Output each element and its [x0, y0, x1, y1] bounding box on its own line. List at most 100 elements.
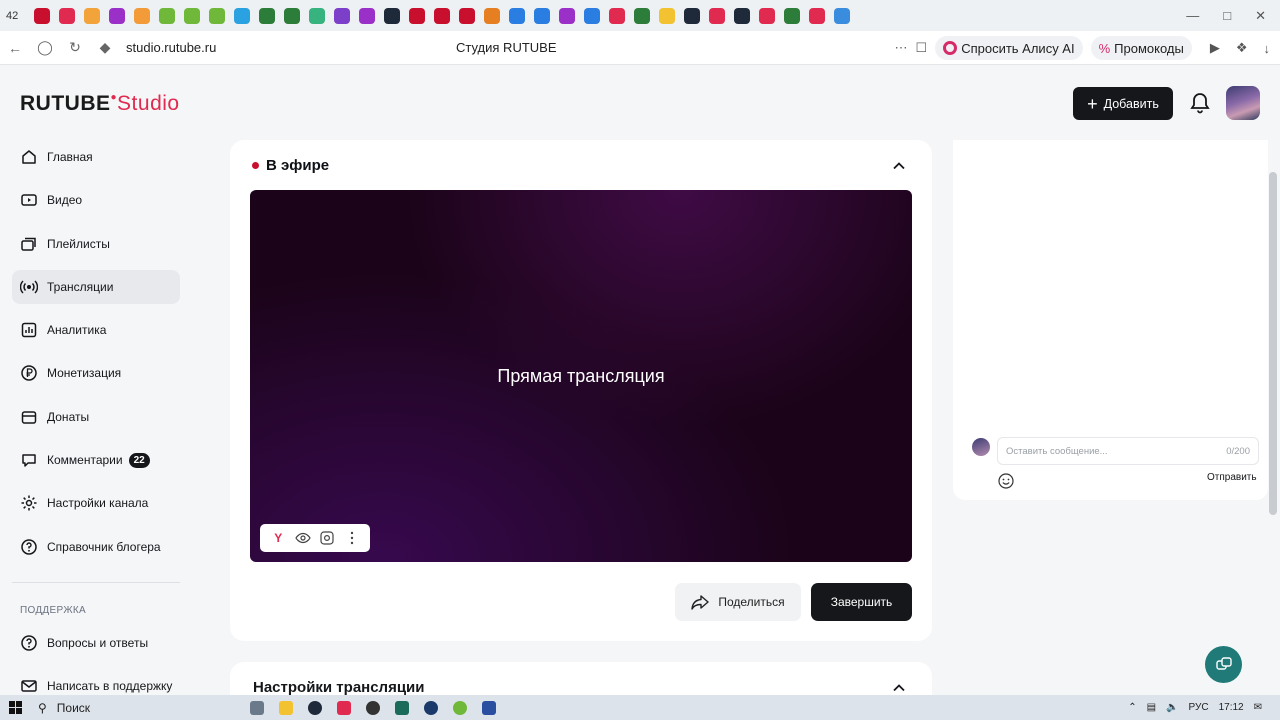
more-icon[interactable]: ⋯ [895, 40, 908, 56]
tab-favicon[interactable] [359, 7, 375, 24]
app-icon[interactable] [308, 700, 322, 715]
tab-favicon[interactable] [84, 7, 100, 24]
windows-start-icon[interactable] [0, 695, 30, 720]
yandex-browser-icon[interactable] [337, 700, 351, 715]
tab-favicon[interactable] [159, 7, 175, 24]
media-icon[interactable]: ▶ [1210, 40, 1220, 56]
alice-icon [943, 41, 958, 55]
tab-favicon[interactable] [109, 7, 125, 24]
chevron-up-icon[interactable] [892, 159, 906, 173]
bell-icon[interactable] [1190, 92, 1210, 114]
sidebar-item[interactable]: Аналитика [12, 313, 180, 347]
tab-favicon[interactable] [634, 7, 650, 24]
maximize-icon[interactable]: □ [1223, 8, 1231, 24]
extensions-icon[interactable]: ❖ [1236, 40, 1248, 56]
tab-favicon[interactable] [759, 7, 775, 24]
tab-favicon[interactable] [384, 7, 400, 24]
back-icon[interactable]: ← [0, 40, 30, 56]
tab-favicon[interactable] [184, 7, 200, 24]
eye-icon[interactable] [295, 530, 311, 546]
tab-favicon[interactable] [734, 7, 750, 24]
tab-favicon[interactable] [509, 7, 525, 24]
steam-icon[interactable] [424, 700, 438, 715]
minimize-icon[interactable]: — [1186, 8, 1199, 24]
tab-favicon[interactable] [484, 7, 500, 24]
tab-favicon[interactable] [784, 7, 800, 24]
reload-icon[interactable]: ↻ [60, 39, 90, 56]
tab-favicon[interactable] [434, 7, 450, 24]
tab-favicon[interactable] [709, 7, 725, 24]
ask-alice-button[interactable]: Спросить Алису AI [935, 36, 1083, 60]
sidebar-item[interactable]: Донаты [12, 400, 180, 434]
sidebar-item[interactable]: Настройки канала [12, 486, 180, 520]
app-icon[interactable] [482, 700, 496, 715]
tab-favicon[interactable] [659, 7, 675, 24]
sidebar-item[interactable]: Монетизация [12, 356, 180, 390]
tray-chevron-icon[interactable]: ⌃ [1128, 702, 1136, 713]
app-icon[interactable] [453, 700, 467, 715]
tab-favicon[interactable] [259, 7, 275, 24]
help-chat-button[interactable] [1205, 646, 1242, 683]
tab-favicon[interactable] [684, 7, 700, 24]
video-icon [20, 191, 38, 209]
promo-button[interactable]: % Промокоды [1090, 36, 1192, 60]
sidebar-item[interactable]: Плейлисты [12, 227, 180, 261]
page-scrollbar[interactable] [1269, 172, 1277, 515]
app-icon[interactable] [395, 700, 409, 715]
yandex-home-icon[interactable]: ◯ [30, 39, 60, 56]
support-item[interactable]: Вопросы и ответы [12, 626, 180, 660]
sidebar-item-label: Трансляции [47, 279, 114, 294]
tab-favicon[interactable] [284, 7, 300, 24]
tab-favicon[interactable] [309, 7, 325, 24]
task-view-icon[interactable] [250, 700, 264, 715]
tab-favicon[interactable] [459, 7, 475, 24]
sidebar-item[interactable]: Главная [12, 140, 180, 174]
tab-favicon[interactable] [609, 7, 625, 24]
tab-favicon[interactable] [209, 7, 225, 24]
end-stream-button[interactable]: Завершить [811, 583, 912, 621]
sidebar-item[interactable]: Трансляции [12, 269, 180, 304]
chat-message-input[interactable]: Оставить сообщение... 0/200 [997, 437, 1259, 465]
bookmark-icon[interactable]: ☐ [916, 40, 928, 56]
sidebar-item[interactable]: Справочник блогера [12, 530, 180, 564]
tab-count[interactable]: 42 [6, 10, 30, 22]
rutube-studio-logo[interactable]: RUTUBE●Studio [20, 92, 180, 116]
volume-icon[interactable]: 🔈 [1166, 702, 1178, 713]
more-vertical-icon[interactable] [344, 530, 360, 546]
tab-favicon[interactable] [334, 7, 350, 24]
tab-favicon[interactable] [234, 7, 250, 24]
app-icon[interactable] [366, 700, 380, 715]
avatar[interactable] [1226, 86, 1260, 120]
site-info-icon[interactable]: ◆ [90, 39, 120, 56]
yandex-icon[interactable]: Y [270, 530, 286, 546]
emoji-icon[interactable] [997, 472, 1015, 490]
tab-favicon[interactable] [134, 7, 150, 24]
chevron-up-icon[interactable] [892, 681, 906, 695]
tab-favicon[interactable] [34, 7, 50, 24]
share-button[interactable]: Поделиться [675, 583, 801, 621]
tab-favicon[interactable] [534, 7, 550, 24]
notifications-icon[interactable]: ✉ [1254, 702, 1262, 713]
sidebar-item[interactable]: Видео [12, 183, 180, 217]
network-icon[interactable]: ▤ [1147, 702, 1156, 713]
sidebar-item[interactable]: Комментарии 22 [12, 443, 180, 477]
search-icon: ⚲ [38, 700, 47, 715]
tab-favicon[interactable] [409, 7, 425, 24]
file-explorer-icon[interactable] [279, 700, 293, 715]
video-player[interactable]: Прямая трансляция Y [250, 190, 912, 562]
promo-label: Промокоды [1114, 40, 1184, 56]
tab-favicon[interactable] [59, 7, 75, 24]
taskbar-search[interactable]: ⚲ Поиск [30, 701, 240, 715]
tab-favicon[interactable] [834, 7, 850, 24]
download-icon[interactable]: ↓ [1264, 41, 1271, 56]
add-button[interactable]: + Добавить [1073, 87, 1173, 120]
tab-favicon[interactable] [584, 7, 600, 24]
url-text[interactable]: studio.rutube.ru [126, 40, 216, 55]
tab-favicon[interactable] [559, 7, 575, 24]
clock[interactable]: 17:12 [1219, 702, 1244, 713]
send-button[interactable]: Отправить [1207, 472, 1257, 483]
close-icon[interactable]: ✕ [1255, 8, 1266, 24]
language-indicator[interactable]: РУС [1189, 702, 1209, 713]
screenshot-icon[interactable] [319, 530, 335, 546]
tab-favicon[interactable] [809, 7, 825, 24]
